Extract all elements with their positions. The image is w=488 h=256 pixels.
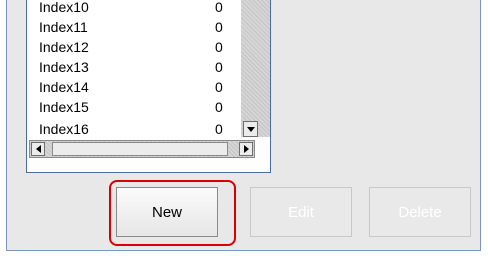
scroll-right-button[interactable]: [239, 142, 253, 156]
list-item-value: 0: [215, 121, 223, 137]
delete-button[interactable]: Delete: [369, 187, 471, 237]
list-item-name: Index11: [39, 19, 88, 35]
chevron-left-icon: [35, 145, 41, 153]
list-item[interactable]: Index10 0: [27, 0, 241, 17]
list-item[interactable]: Index13 0: [27, 57, 241, 77]
list-item[interactable]: Index12 0: [27, 37, 241, 57]
list-item-name: Index14: [39, 79, 89, 95]
new-button[interactable]: New: [116, 187, 218, 237]
scroll-left-button[interactable]: [31, 142, 45, 156]
horizontal-scroll-area: [27, 137, 270, 172]
chevron-down-icon: [246, 126, 255, 132]
list-item-name: Index13: [39, 59, 89, 75]
list-item-name: Index16: [39, 121, 89, 137]
list-item[interactable]: Index15 0: [27, 97, 241, 117]
vertical-scrollbar[interactable]: [241, 0, 270, 137]
list-item-value: 0: [215, 0, 223, 15]
list-item-name: Index10: [39, 0, 89, 15]
list-item-name: Index15: [39, 99, 89, 115]
chevron-right-icon: [243, 145, 249, 153]
list-item-value: 0: [215, 19, 223, 35]
index-list-rows: Index10 0 Index11 0 Index12 0 Index13 0 …: [27, 0, 241, 137]
list-item[interactable]: Index16 0: [27, 119, 241, 137]
index-list[interactable]: Index10 0 Index11 0 Index12 0 Index13 0 …: [26, 0, 271, 173]
list-item-value: 0: [215, 59, 223, 75]
list-item-name: Index12: [39, 39, 89, 55]
horizontal-scroll-thumb[interactable]: [52, 142, 228, 156]
list-item-value: 0: [215, 99, 223, 115]
scroll-down-button[interactable]: [243, 121, 258, 137]
horizontal-scrollbar[interactable]: [29, 140, 255, 158]
list-item[interactable]: Index14 0: [27, 77, 241, 97]
list-item-value: 0: [215, 39, 223, 55]
list-item[interactable]: Index11 0: [27, 17, 241, 37]
edit-button[interactable]: Edit: [250, 187, 352, 237]
list-item-value: 0: [215, 79, 223, 95]
